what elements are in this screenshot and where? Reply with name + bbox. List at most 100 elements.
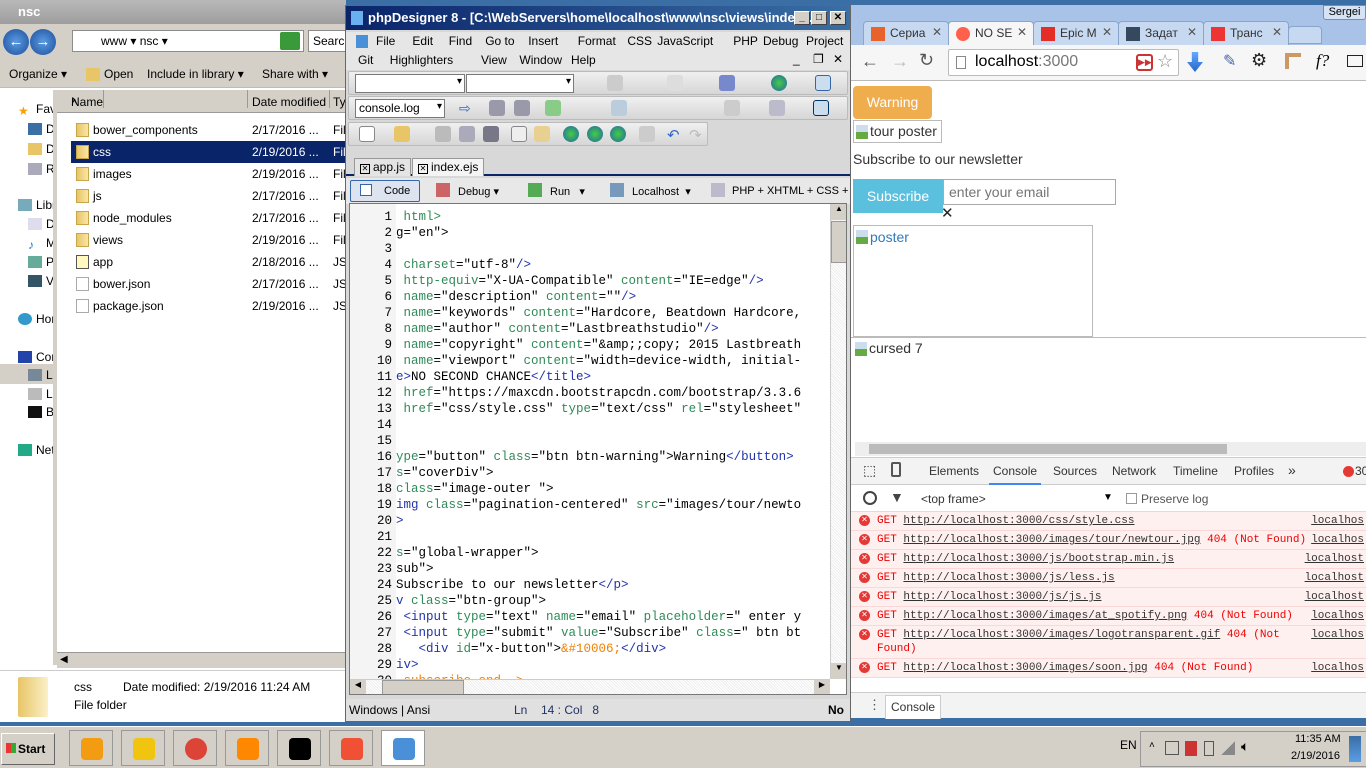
breadcrumb-nsc[interactable]: nsc [140, 34, 159, 48]
back-button[interactable]: ← [3, 29, 29, 55]
breadcrumb-www[interactable]: www [101, 34, 127, 48]
function-combo[interactable] [466, 74, 574, 93]
page-horizontal-scrollbar[interactable] [855, 442, 1366, 456]
app-menu-icon[interactable] [356, 35, 368, 48]
profile-button[interactable]: Sergei [1323, 5, 1366, 20]
file-row[interactable]: bower.json 2/17/2016 ... JS [71, 273, 347, 295]
request-url[interactable]: http://localhost:3000/images/logotranspa… [903, 629, 1220, 641]
localhost-button[interactable]: Localhost ▾ [632, 185, 691, 198]
code-editor[interactable]: 1 html> 2 g="en"> 3 4 charset="utf-8"/> 5 htt… [349, 203, 847, 695]
run-macro-icon[interactable] [545, 100, 561, 116]
frame-select[interactable]: <top frame> [921, 492, 986, 506]
horizontal-scrollbar[interactable]: ◀ ▶ [350, 679, 830, 694]
file-row[interactable]: views 2/19/2016 ... Fil [71, 229, 346, 251]
menu-debug[interactable]: Debug [763, 34, 798, 48]
show-hidden-icons[interactable]: ˄ [1149, 740, 1155, 751]
menu-php[interactable]: PHP [733, 34, 758, 48]
cut-icon[interactable] [724, 100, 740, 116]
horizontal-scrollbar[interactable]: ◀ [57, 652, 346, 668]
find-all-icon[interactable] [514, 100, 530, 116]
window-resizer-icon[interactable] [1347, 55, 1363, 67]
source-link[interactable]: localhos [1311, 609, 1364, 623]
volume-icon[interactable]: 🔈︎ [1241, 738, 1249, 755]
file-row[interactable]: js 2/17/2016 ... Fil [71, 185, 346, 207]
globe-icon[interactable] [771, 75, 787, 91]
close-tab-icon[interactable]: ✕ [1017, 25, 1027, 39]
eyedropper-icon[interactable]: ✎ [1223, 51, 1236, 71]
drawer-tab-console[interactable]: Console [885, 695, 942, 719]
close-x-button[interactable]: ✕ [941, 204, 954, 222]
filter-icon[interactable] [607, 75, 623, 91]
bookmark-star-icon[interactable]: ☆ [1157, 51, 1173, 72]
pdf-icon[interactable] [1185, 741, 1197, 756]
taskbar-cmd[interactable] [277, 730, 321, 766]
tab-index-ejs[interactable]: ✕ index.ejs [412, 158, 485, 176]
browser-tab[interactable]: Задат ✕ [1118, 21, 1204, 45]
nav-music[interactable]: ♪ M [28, 236, 53, 252]
error-count[interactable]: 30 [1355, 464, 1366, 478]
source-link[interactable]: localhos [1311, 628, 1364, 642]
menu-format[interactable]: Format [578, 34, 616, 48]
encoding-status[interactable]: Windows | Ansi [349, 703, 430, 717]
reload-icon[interactable]: ↻ [919, 50, 934, 71]
request-url[interactable]: http://localhost:3000/js/js.js [903, 591, 1101, 603]
source-link[interactable]: localhos [1311, 661, 1364, 675]
request-url[interactable]: http://localhost:3000/images/tour/newtou… [903, 534, 1200, 546]
menu-window[interactable]: Window [519, 53, 562, 67]
devtools-tab-sources[interactable]: Sources [1053, 464, 1097, 478]
nav-documents[interactable]: D [28, 217, 53, 231]
ftp-open-icon[interactable] [563, 126, 579, 142]
panel-icon[interactable] [815, 75, 831, 91]
taskbar-media-player[interactable] [69, 730, 113, 766]
devtools-tab-console[interactable]: Console [989, 464, 1042, 485]
devtools-tab-network[interactable]: Network [1112, 464, 1156, 478]
nav-favorites[interactable]: ★ Fav [18, 102, 53, 118]
open-button[interactable]: Open [104, 67, 133, 81]
show-desktop-button[interactable] [1349, 736, 1361, 762]
find-prev-icon[interactable] [489, 100, 505, 116]
new-tab-button[interactable] [1288, 26, 1322, 44]
highlighter-button[interactable]: PHP + XHTML + CSS + Ja [732, 185, 863, 197]
refresh-icon[interactable] [280, 32, 300, 50]
file-row[interactable]: node_modules 2/17/2016 ... Fil [71, 207, 346, 229]
nav-homegroup[interactable]: Hor [18, 312, 53, 326]
network-signal-icon[interactable] [1221, 741, 1235, 755]
ftp-save-icon[interactable] [587, 126, 603, 142]
source-link[interactable]: localhost [1305, 571, 1364, 585]
redo-icon[interactable]: ↷ [689, 126, 705, 144]
back-icon[interactable]: ← [861, 51, 879, 72]
action-center-icon[interactable] [1165, 741, 1179, 755]
file-row[interactable]: app 2/18/2016 ... JS [71, 251, 347, 273]
class-combo[interactable] [355, 74, 465, 93]
taskbar-phpdesigner[interactable] [381, 730, 425, 766]
close-tab-icon[interactable]: ✕ [360, 164, 370, 174]
menu-css[interactable]: CSS [627, 34, 652, 48]
paste-icon[interactable] [534, 126, 550, 142]
column-type[interactable]: Ty [333, 90, 346, 109]
devtools-tab-timeline[interactable]: Timeline [1173, 464, 1218, 478]
copy-icon[interactable] [511, 126, 527, 142]
nav-pictures[interactable]: P [28, 255, 53, 269]
menu-project[interactable]: Project [806, 34, 843, 48]
drawer-menu-icon[interactable]: ⋮ [868, 697, 881, 713]
maximize-button[interactable]: □ [811, 11, 827, 25]
tab-app-js[interactable]: ✕ app.js [354, 158, 412, 176]
font-finder-icon[interactable]: f? [1316, 51, 1329, 71]
search-input[interactable]: Search [308, 30, 351, 52]
source-link[interactable]: localhos [1311, 514, 1364, 528]
organize-button[interactable]: Organize ▾ [9, 67, 67, 81]
undo-icon[interactable]: ↶ [667, 126, 683, 144]
save-as-icon[interactable] [459, 126, 475, 142]
close-tab-icon[interactable]: ✕ [932, 25, 942, 39]
language-indicator[interactable]: EN [1120, 738, 1137, 752]
settings-gear-icon[interactable]: ⚙ [1251, 50, 1267, 71]
browser-tab[interactable]: NO SE ✕ [948, 21, 1034, 45]
close-tab-icon[interactable]: ✕ [1102, 25, 1112, 39]
devtools-tab-elements[interactable]: Elements [929, 464, 979, 478]
nav-recent[interactable]: R [28, 162, 53, 176]
browser-tab[interactable]: Epic M ✕ [1033, 21, 1119, 45]
clock-date[interactable]: 2/19/2016 [1291, 750, 1340, 762]
request-url[interactable]: http://localhost:3000/images/at_spotify.… [903, 610, 1187, 622]
devtools-tab-profiles[interactable]: Profiles [1234, 464, 1274, 478]
menu-view[interactable]: View [481, 53, 507, 67]
